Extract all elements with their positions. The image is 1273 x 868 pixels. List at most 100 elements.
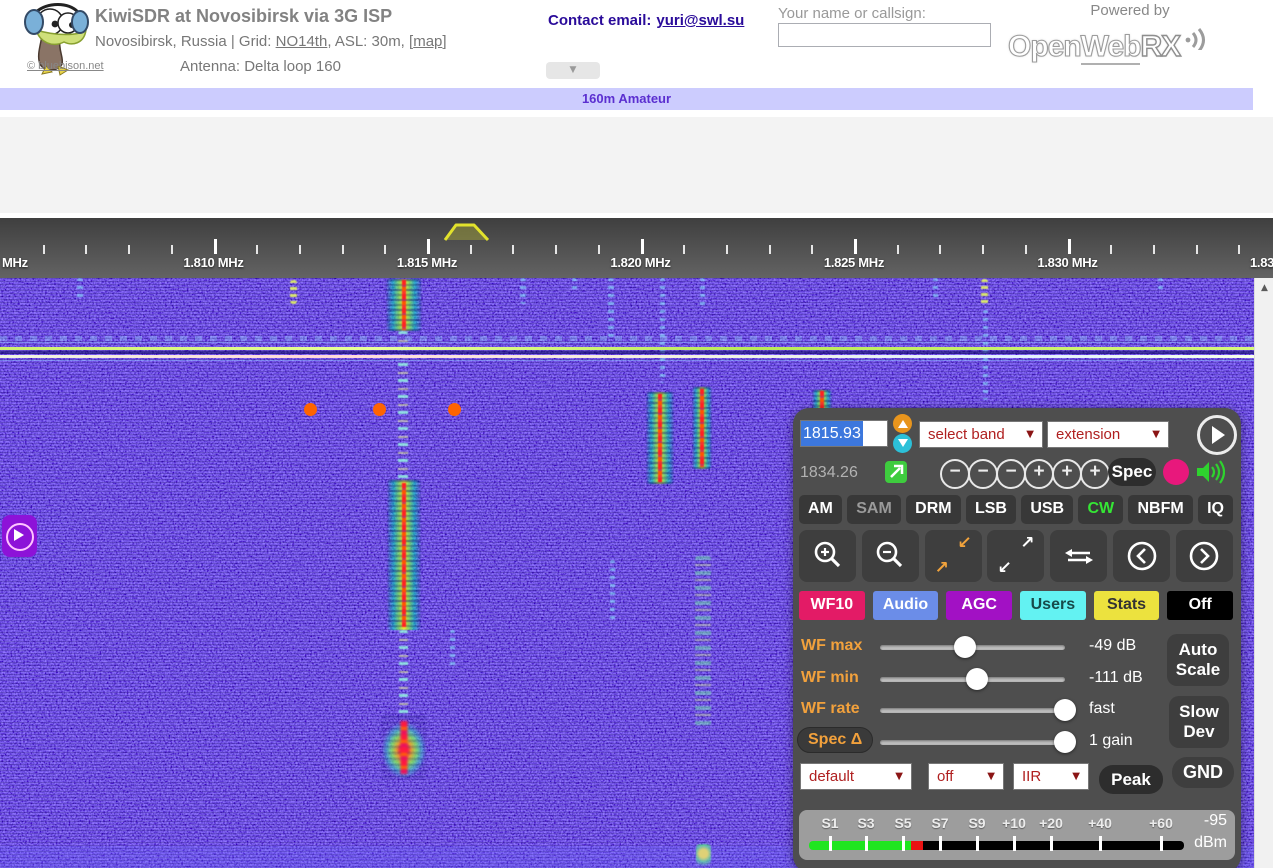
smeter-tick — [902, 836, 905, 851]
map-link[interactable]: map — [413, 33, 442, 50]
slider-thumb[interactable] — [1054, 731, 1076, 753]
grid-link[interactable]: NO14th — [276, 33, 328, 50]
location-mid: , ASL: 30m, [ — [327, 33, 413, 50]
scale-tick — [171, 245, 173, 254]
auto-scale-button[interactable]: Auto Scale — [1167, 634, 1229, 686]
scale-tick — [1238, 245, 1240, 254]
location-prefix: Novosibirsk, Russia | Grid: — [95, 33, 276, 50]
scale-tick — [854, 239, 857, 254]
scale-label: 1.83 — [1250, 255, 1273, 270]
play-triangle-icon — [14, 529, 24, 541]
header: © bluebison.net KiwiSDR at Novosibirsk v… — [0, 0, 1273, 88]
collapse-header-button[interactable]: ▼ — [546, 62, 600, 79]
scale-tick — [43, 245, 45, 254]
waterfall-signal — [700, 278, 705, 308]
waterfall-signal — [399, 630, 408, 718]
scale-tick — [641, 239, 644, 254]
frequency-scale[interactable]: MHz1.810 MHz1.815 MHz1.820 MHz1.825 MHz1… — [0, 218, 1273, 278]
scale-tick — [726, 245, 728, 254]
waterfall-line — [0, 360, 1254, 361]
smeter-tick — [1050, 836, 1053, 851]
scale-label: 1.825 MHz — [824, 255, 884, 270]
slider-label-spec-[interactable]: Spec Δ — [797, 727, 873, 753]
smeter-tick — [865, 836, 868, 851]
aperture-dropdown[interactable]: ▼off — [928, 763, 1004, 790]
waterfall-signal — [387, 480, 421, 630]
waterfall-line — [0, 342, 1254, 343]
chevron-down-icon: ▼ — [1072, 764, 1080, 789]
scale-tick — [1110, 245, 1112, 254]
scale-tick — [85, 245, 87, 254]
audio-start-button[interactable] — [2, 515, 37, 557]
waterfall-signal — [695, 556, 711, 726]
slider-thumb[interactable] — [1054, 699, 1076, 721]
slider-track[interactable] — [880, 708, 1065, 713]
smeter-tick-label: +60 — [1149, 815, 1173, 831]
scale-tick — [128, 245, 130, 254]
spectrum-area — [0, 117, 1273, 213]
slider-value: fast — [1089, 700, 1115, 718]
waterfall-signal — [646, 392, 674, 484]
waterfall-signal — [692, 387, 712, 469]
smeter-tick-label: S3 — [857, 815, 874, 831]
photo-credit-link[interactable]: © bluebison.net — [27, 60, 104, 72]
contact-email-link[interactable]: yuri@swl.su — [656, 12, 744, 29]
slider-thumb[interactable] — [966, 668, 988, 690]
scale-tick — [683, 245, 685, 254]
antenna-line: Antenna: Delta loop 160 — [180, 58, 341, 75]
waterfall-line — [0, 351, 1254, 354]
waterfall-signal — [1158, 278, 1163, 294]
contact-block: Contact email:yuri@swl.su — [548, 12, 744, 29]
control-panel: 1815.93 ▼select band ▼extension 1834.26 … — [793, 408, 1241, 868]
waterfall-signal — [660, 278, 665, 383]
slider-thumb[interactable] — [954, 636, 976, 658]
smeter-tick — [1099, 836, 1102, 851]
smeter-tick-label: S5 — [894, 815, 911, 831]
s-meter-reading: -95 — [1204, 812, 1227, 830]
band-label: 160m Amateur — [582, 91, 671, 106]
slider-label-wf-min: WF min — [801, 669, 859, 687]
s-meter-unit: dBm — [1194, 834, 1227, 852]
scroll-up-button[interactable]: ▲ — [1255, 280, 1273, 296]
openwebrx-logo[interactable]: OpenWebRX — [1008, 24, 1208, 64]
scale-label: 1.815 MHz — [397, 255, 457, 270]
filter-value: IIR — [1022, 768, 1041, 785]
passband-indicator[interactable] — [443, 222, 491, 242]
kiwisdr-app: © bluebison.net KiwiSDR at Novosibirsk v… — [0, 0, 1273, 868]
scale-tick — [512, 245, 514, 254]
scale-tick — [939, 245, 941, 254]
slow-dev-button[interactable]: Slow Dev — [1169, 696, 1229, 748]
tuning-marker-dot — [448, 403, 461, 416]
band-bar[interactable]: 160m Amateur — [0, 88, 1253, 110]
tuning-marker-dot — [304, 403, 317, 416]
slider-track[interactable] — [880, 740, 1065, 745]
smeter-tick — [939, 836, 942, 851]
page-scrollbar[interactable]: ▲ — [1254, 278, 1273, 868]
collapse-arrow-icon: ▼ — [570, 65, 577, 75]
waterfall-signal — [290, 280, 297, 304]
waterfall-signal — [933, 278, 938, 300]
smeter-tick-label: +40 — [1088, 815, 1112, 831]
smeter-tick — [829, 836, 832, 851]
waterfall-signal — [981, 279, 988, 305]
filter-dropdown[interactable]: ▼ IIR — [1013, 763, 1089, 790]
gnd-button[interactable]: GND — [1172, 757, 1234, 788]
colormap-dropdown[interactable]: ▼default — [800, 763, 912, 790]
scale-tick — [214, 239, 217, 254]
callsign-label: Your name or callsign: — [778, 5, 926, 22]
waterfall-line — [0, 347, 1254, 350]
scale-tick — [897, 245, 899, 254]
scroll-up-icon: ▲ — [1261, 283, 1268, 293]
scale-tick — [299, 245, 301, 254]
peak-button[interactable]: Peak — [1099, 765, 1163, 794]
smeter-tick — [1160, 836, 1163, 851]
scale-label: MHz — [2, 255, 28, 270]
smeter-tick — [976, 836, 979, 851]
location-suffix: ] — [442, 33, 446, 50]
waterfall-signal — [572, 278, 577, 294]
smeter-tick-label: S1 — [821, 815, 838, 831]
location-line: Novosibirsk, Russia | Grid: NO14th, ASL:… — [95, 33, 447, 50]
colormap-value: default — [809, 768, 854, 785]
callsign-input[interactable] — [778, 23, 991, 47]
waterfall-signal — [381, 716, 427, 778]
